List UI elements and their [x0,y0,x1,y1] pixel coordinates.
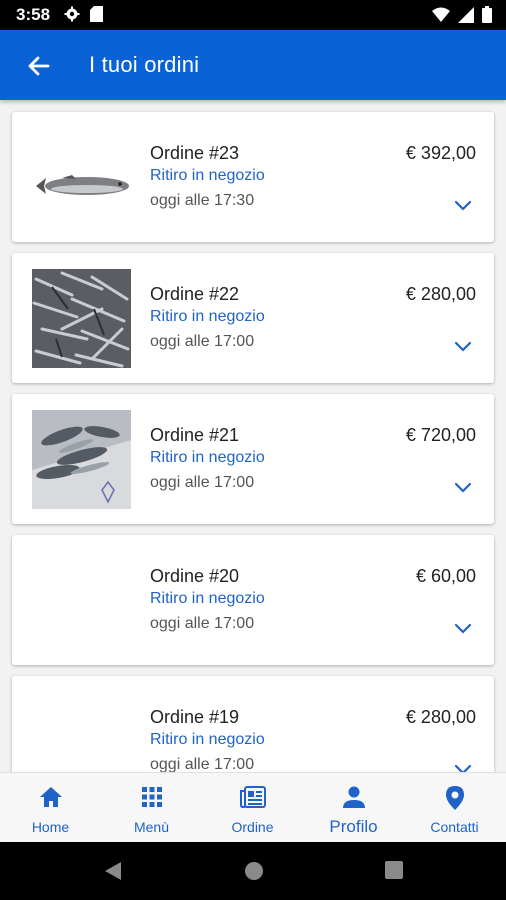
pickup-method: Ritiro in negozio [150,308,265,325]
nav-menu[interactable]: Menù [101,773,202,843]
home-icon [39,787,62,807]
back-arrow-icon[interactable] [24,51,54,81]
status-time: 3:58 [16,5,51,24]
order-price: € 392,00 [405,143,476,163]
pickup-time: oggi alle 17:00 [150,756,255,772]
order-card[interactable]: Ordine #21 € 720,00 Ritiro in negozio og… [12,394,494,524]
nav-home[interactable]: Home [0,773,101,843]
order-card[interactable]: Ordine #23 € 392,00 Ritiro in negozio og… [12,112,494,242]
grid-icon [141,787,162,807]
pickup-time: oggi alle 17:00 [150,333,255,350]
order-number: Ordine #20 [150,566,240,586]
order-card[interactable]: Ordine #19 € 280,00 Ritiro in negozio og… [12,676,494,772]
order-price: € 280,00 [405,284,476,304]
chevron-down-icon[interactable] [452,335,474,357]
nav-contacts-label: Contatti [430,819,479,835]
pickup-method: Ritiro in negozio [150,449,265,466]
system-back-icon[interactable] [102,860,124,882]
chevron-down-icon[interactable] [452,758,474,772]
nav-profile-label: Profilo [329,817,378,836]
nav-menu-label: Menù [133,819,170,835]
nav-contacts[interactable]: Contatti [404,773,505,843]
signal-icon [458,6,474,23]
nav-home-label: Home [31,819,70,835]
order-price: € 60,00 [415,566,476,586]
order-price: € 280,00 [405,707,476,727]
pickup-method: Ritiro in negozio [150,167,265,184]
nav-order[interactable]: Ordine [202,773,303,843]
pickup-method: Ritiro in negozio [150,731,265,748]
fish-image [36,175,129,195]
order-number: Ordine #21 [150,425,240,445]
chevron-down-icon[interactable] [452,617,474,639]
settings-gear-icon [64,6,80,22]
system-navigation-bar [0,842,506,900]
chevron-down-icon[interactable] [452,476,474,498]
wifi-icon [432,7,450,22]
pickup-time: oggi alle 17:00 [150,615,255,632]
location-pin-icon [445,786,464,810]
person-icon [342,786,365,808]
nav-order-label: Ordine [231,819,274,835]
order-thumbnail [32,551,131,650]
system-home-icon[interactable] [243,860,265,882]
chevron-down-icon[interactable] [452,194,474,216]
pickup-time: oggi alle 17:30 [150,192,255,209]
order-number: Ordine #22 [150,284,240,304]
order-card[interactable]: Ordine #22 € 280,00 Ritiro in negozio og… [12,253,494,383]
pickup-time: oggi alle 17:00 [150,474,255,491]
nav-profile[interactable]: Profilo [303,773,404,843]
order-icon [239,786,266,808]
order-number: Ordine #23 [150,143,240,163]
order-card[interactable]: Ordine #20 € 60,00 Ritiro in negozio ogg… [12,535,494,665]
orders-list[interactable]: Ordine #23 € 392,00 Ritiro in negozio og… [0,100,506,772]
order-thumbnail [32,410,131,509]
order-thumbnail [32,128,131,227]
system-recents-icon[interactable] [384,860,404,880]
fish-tray-image [32,410,131,509]
sd-card-icon [90,6,103,22]
order-price: € 720,00 [405,425,476,445]
pickup-method: Ritiro in negozio [150,590,265,607]
order-thumbnail [32,269,131,368]
bottom-navigation: Home Menù Ordine Profilo Contatti [0,772,506,842]
order-number: Ordine #19 [150,707,240,727]
status-bar: 3:58 [0,0,506,30]
anchovies-image [32,269,131,368]
page-title: I tuoi ordini [89,52,200,77]
app-bar: I tuoi ordini [0,30,506,100]
order-thumbnail [32,692,131,772]
battery-icon [482,6,492,23]
